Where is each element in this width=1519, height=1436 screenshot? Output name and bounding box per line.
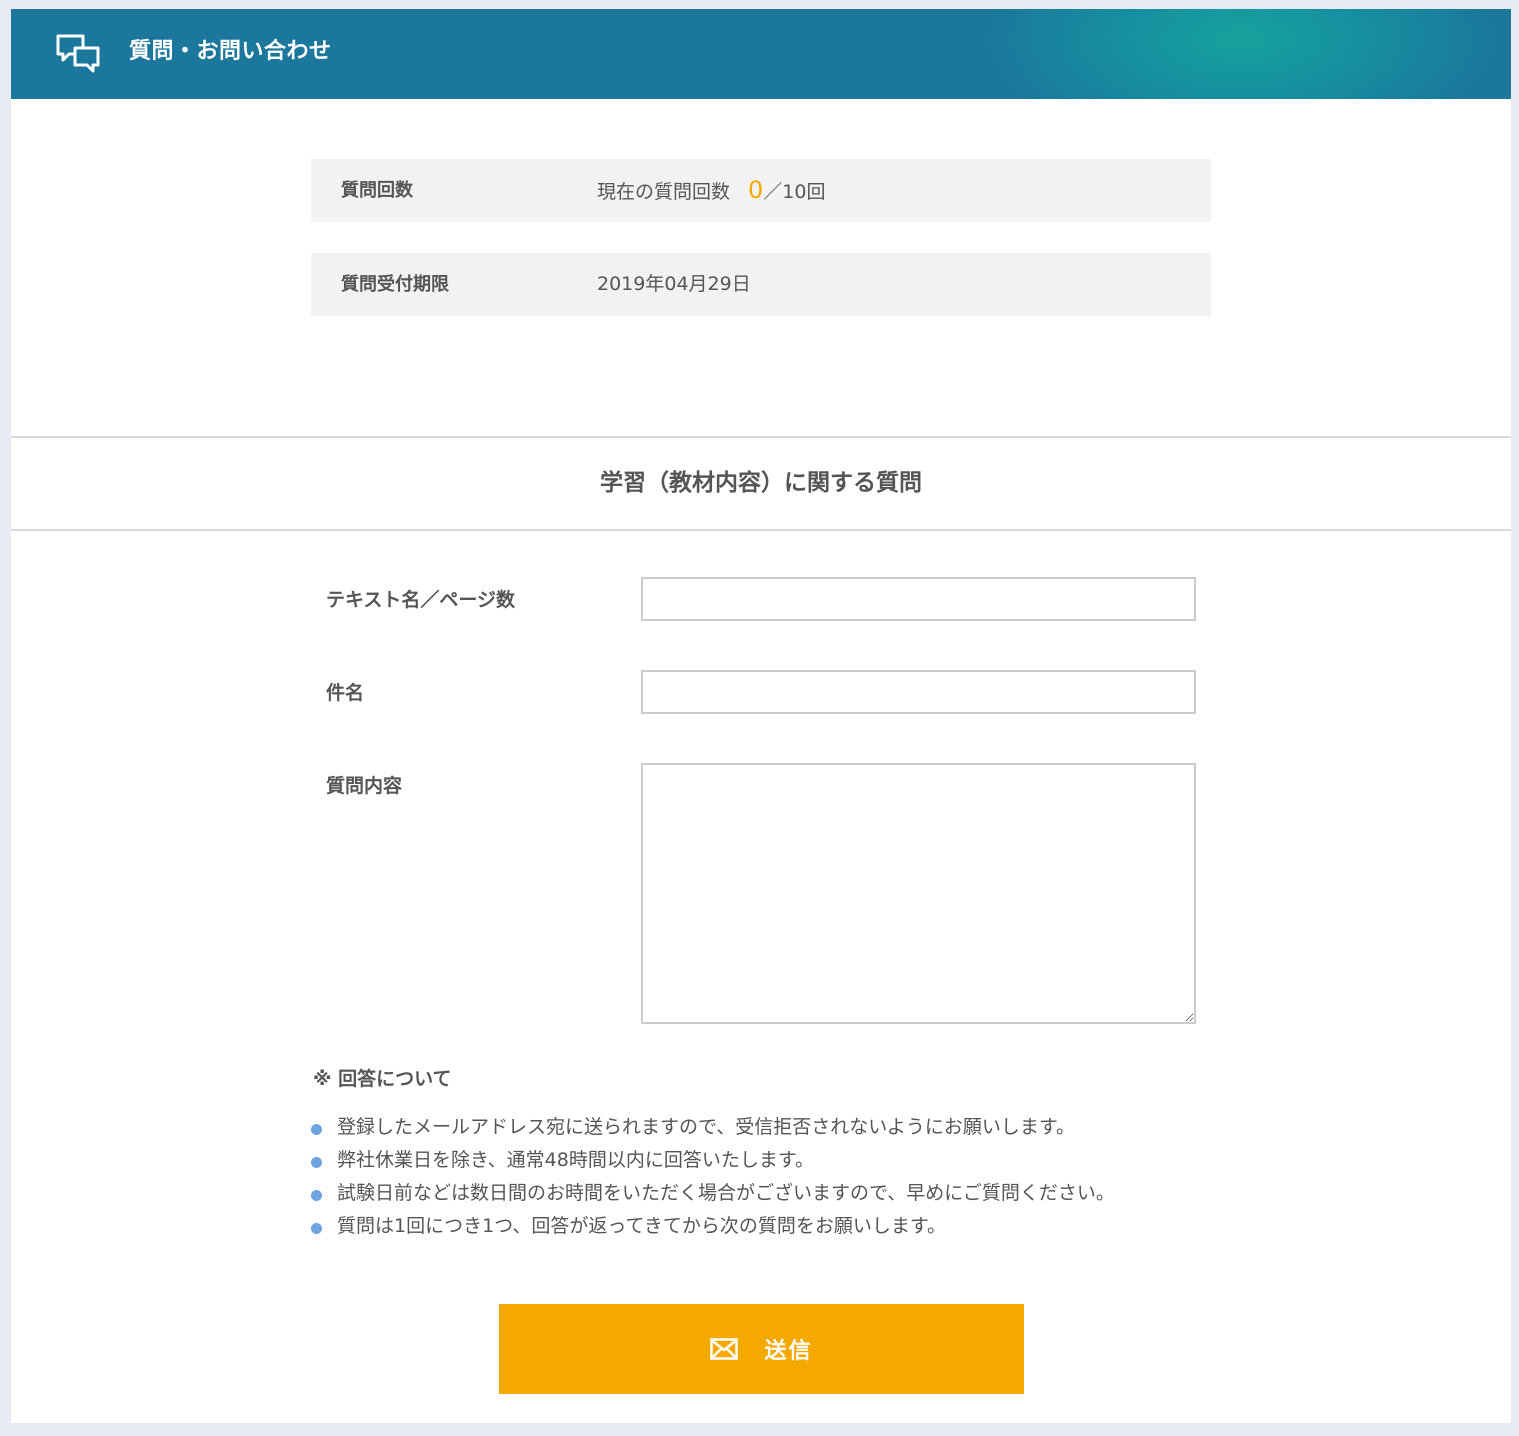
question-count-prefix: 現在の質問回数 <box>597 181 731 203</box>
list-item: 質問は1回につき1つ、回答が返ってきてから次の質問をお願いします。 <box>311 1210 1211 1243</box>
send-button[interactable]: 送信 <box>499 1304 1024 1394</box>
question-count-row: 質問回数 現在の質問回数 0／10回 <box>311 159 1211 222</box>
note-text: 質問は1回につき1つ、回答が返ってきてから次の質問をお願いします。 <box>337 1215 946 1237</box>
envelope-icon <box>710 1338 739 1360</box>
text-page-input[interactable] <box>641 577 1196 621</box>
send-button-label: 送信 <box>764 1339 813 1364</box>
deadline-row: 質問受付期限 2019年04月29日 <box>311 253 1211 316</box>
notes-title: ※ 回答について <box>313 1068 452 1090</box>
subject-label: 件名 <box>326 682 365 704</box>
list-item: 弊社休業日を除き、通常48時間以内に回答いたします。 <box>311 1144 1211 1177</box>
page-title: 質問・お問い合わせ <box>129 39 332 64</box>
content-label: 質問内容 <box>326 775 403 797</box>
bullet-dot-icon <box>311 1223 322 1234</box>
question-count-suffix: ／10回 <box>763 181 826 203</box>
text-page-label: テキスト名／ページ数 <box>326 589 516 611</box>
note-text: 弊社休業日を除き、通常48時間以内に回答いたします。 <box>337 1149 814 1171</box>
bullet-dot-icon <box>311 1157 322 1168</box>
bullet-dot-icon <box>311 1190 322 1201</box>
section-title: 学習（教材内容）に関する質問 <box>11 436 1511 531</box>
inquiry-panel: 質問・お問い合わせ 質問回数 現在の質問回数 0／10回 質問受付期限 2019年… <box>11 9 1511 1423</box>
content-textarea[interactable] <box>641 763 1196 1024</box>
list-item: 試験日前などは数日間のお時間をいただく場合がございますので、早めにご質問ください… <box>311 1177 1211 1210</box>
question-count-value: 現在の質問回数 0／10回 <box>597 159 825 224</box>
note-text: 試験日前などは数日間のお時間をいただく場合がございますので、早めにご質問ください… <box>337 1182 1115 1204</box>
deadline-label: 質問受付期限 <box>341 274 449 295</box>
list-item: 登録したメールアドレス宛に送られますので、受信拒否されないようにお願いします。 <box>311 1111 1211 1144</box>
question-count-current: 0 <box>748 176 764 204</box>
chat-bubbles-icon <box>56 34 100 73</box>
bullet-dot-icon <box>311 1124 322 1135</box>
notes-list: 登録したメールアドレス宛に送られますので、受信拒否されないようにお願いします。 … <box>311 1111 1211 1243</box>
deadline-value: 2019年04月29日 <box>597 273 751 295</box>
question-count-label: 質問回数 <box>341 180 413 201</box>
page-header: 質問・お問い合わせ <box>11 9 1511 99</box>
note-text: 登録したメールアドレス宛に送られますので、受信拒否されないようにお願いします。 <box>337 1116 1075 1138</box>
subject-input[interactable] <box>641 670 1196 714</box>
